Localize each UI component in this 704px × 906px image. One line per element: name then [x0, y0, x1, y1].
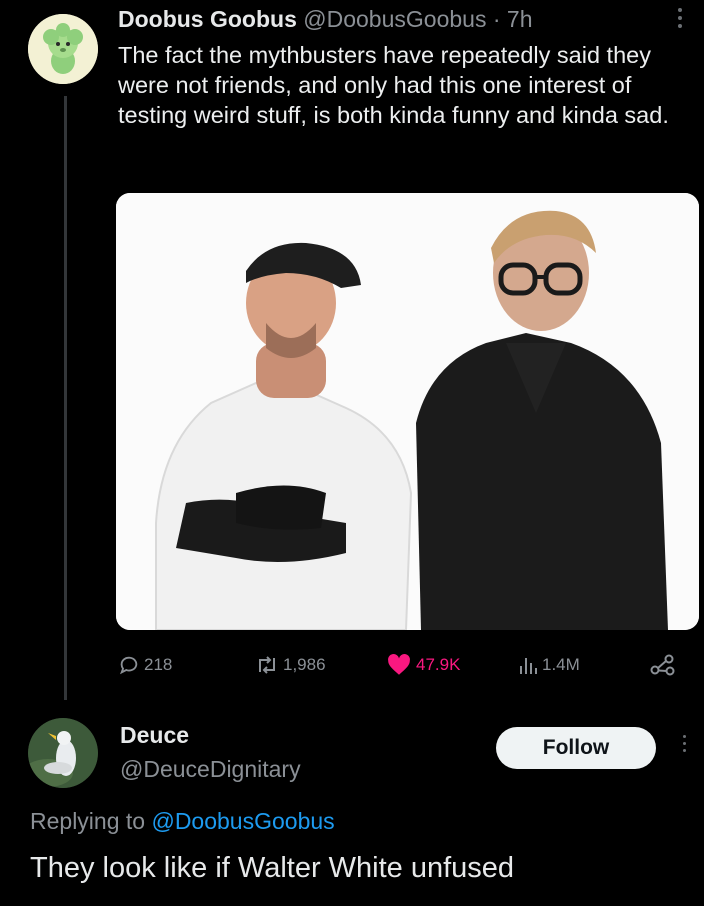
author-avatar[interactable] [28, 14, 98, 84]
share-icon [650, 653, 676, 677]
more-options-icon[interactable] [676, 6, 684, 34]
view-count: 1.4M [542, 655, 580, 674]
like-count: 47.9K [416, 655, 461, 674]
author-name[interactable]: Doobus Goobus [118, 6, 297, 32]
like-action[interactable]: 47.9K [386, 648, 460, 682]
follow-button[interactable]: Follow [496, 727, 656, 769]
repost-arrows-icon [255, 654, 279, 676]
replying-prefix: Replying to [30, 808, 146, 834]
reply-more-options-icon[interactable] [680, 735, 688, 756]
author-handle[interactable]: @DoobusGoobus [303, 6, 486, 32]
post-time[interactable]: 7h [507, 6, 533, 32]
reply-text: They look like if Walter White unfused [30, 852, 515, 884]
separator-dot: · [492, 6, 501, 32]
reply-count: 218 [144, 655, 173, 674]
replying-to-line: Replying to @DoobusGoobus [30, 808, 335, 835]
bird-photo-avatar-icon [28, 718, 98, 788]
cartoon-creature-avatar-icon [28, 14, 98, 84]
share-action[interactable] [650, 648, 676, 682]
views-action[interactable]: 1.4M [518, 648, 580, 682]
bar-chart-icon [518, 654, 538, 676]
post-header: Doobus Goobus @DoobusGoobus · 7h [118, 6, 533, 33]
post-actions: 218 1,986 47.9K 1.4M [118, 648, 688, 682]
replying-mention-link[interactable]: @DoobusGoobus [151, 808, 334, 834]
repost-action[interactable]: 1,986 [255, 648, 326, 682]
reply-author-name[interactable]: Deuce [120, 722, 189, 749]
reply-author-avatar[interactable] [28, 718, 98, 788]
two-men-photo-icon [116, 193, 699, 630]
post-text: The fact the mythbusters have repeatedly… [118, 42, 669, 128]
reply-author-handle[interactable]: @DeuceDignitary [120, 756, 301, 783]
repost-count: 1,986 [283, 655, 326, 674]
speech-bubble-icon [118, 654, 140, 676]
reply-action[interactable]: 218 [118, 648, 172, 682]
post-image[interactable] [116, 193, 699, 630]
heart-icon [386, 653, 412, 677]
thread-line [64, 96, 67, 700]
